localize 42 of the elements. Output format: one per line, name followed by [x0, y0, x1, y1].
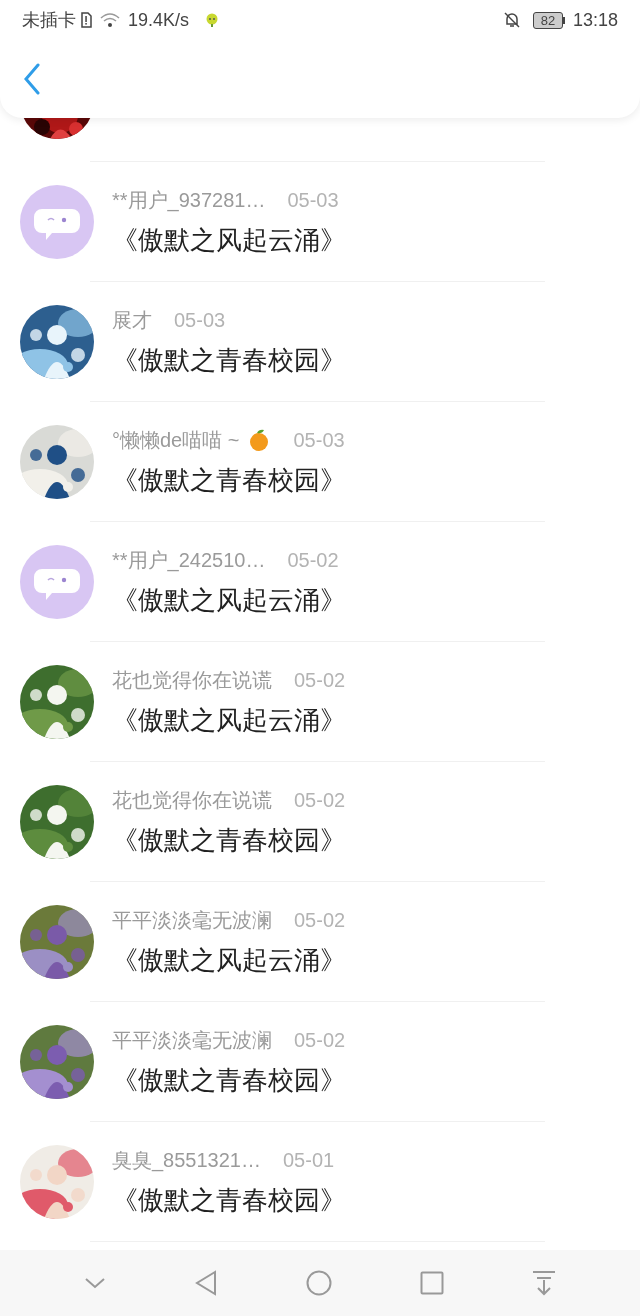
avatar-icon: [20, 545, 94, 619]
book-title: 《傲默之青春校园》: [112, 463, 346, 497]
sim-icon: [80, 12, 92, 28]
back-icon[interactable]: [194, 1270, 218, 1296]
date-text: 05-03: [293, 427, 345, 453]
user-name: 平平淡淡毫无波澜: [112, 907, 272, 933]
recent-apps-icon[interactable]: [420, 1271, 444, 1295]
download-icon[interactable]: [532, 1270, 556, 1296]
user-name: **用户_242510…: [112, 547, 266, 574]
clock-text: 13:18: [572, 8, 618, 32]
network-speed: 19.4K/s: [128, 8, 190, 32]
user-name: 平平淡淡毫无波澜: [112, 1027, 272, 1053]
book-title: 《傲默之风起云涌》: [112, 703, 346, 737]
book-title: 《傲默之风起云涌》: [112, 223, 346, 257]
user-name: **用户_937281…: [112, 187, 266, 214]
battery-icon: 82: [532, 11, 565, 29]
chevron-down-icon[interactable]: [84, 1277, 106, 1289]
date-text: 05-01: [283, 1147, 335, 1173]
user-name: 臭臭_8551321…: [112, 1147, 261, 1174]
user-name: 花也觉得你在说谎: [112, 787, 272, 813]
user-name: 花也觉得你在说谎: [112, 667, 272, 693]
user-name: 展才: [112, 307, 152, 333]
book-title: 《傲默之风起云涌》: [112, 943, 346, 977]
date-text: 05-03: [287, 187, 339, 213]
book-title: 《傲默之青春校园》: [112, 343, 346, 377]
date-text: 05-02: [294, 907, 346, 933]
book-title: 《傲默之青春校园》: [112, 1183, 346, 1217]
date-text: 05-02: [287, 547, 339, 573]
book-title: 《傲默之青春校园》: [112, 1063, 346, 1097]
user-name: °懒懒de喵喵 ~: [112, 427, 240, 453]
date-text: 05-02: [294, 787, 346, 813]
date-text: 05-03: [174, 307, 226, 333]
muted-bell-icon: [502, 11, 521, 29]
carrier-text: 未插卡: [22, 8, 76, 32]
wifi-icon: [100, 12, 120, 28]
date-text: 05-02: [294, 667, 346, 693]
app-notification-icon: [205, 13, 220, 27]
avatar-icon: [20, 185, 94, 259]
date-text: 05-02: [294, 1027, 346, 1053]
book-title: 《傲默之青春校园》: [112, 823, 346, 857]
book-title: 《傲默之风起云涌》: [112, 583, 346, 617]
home-icon[interactable]: [306, 1270, 332, 1296]
